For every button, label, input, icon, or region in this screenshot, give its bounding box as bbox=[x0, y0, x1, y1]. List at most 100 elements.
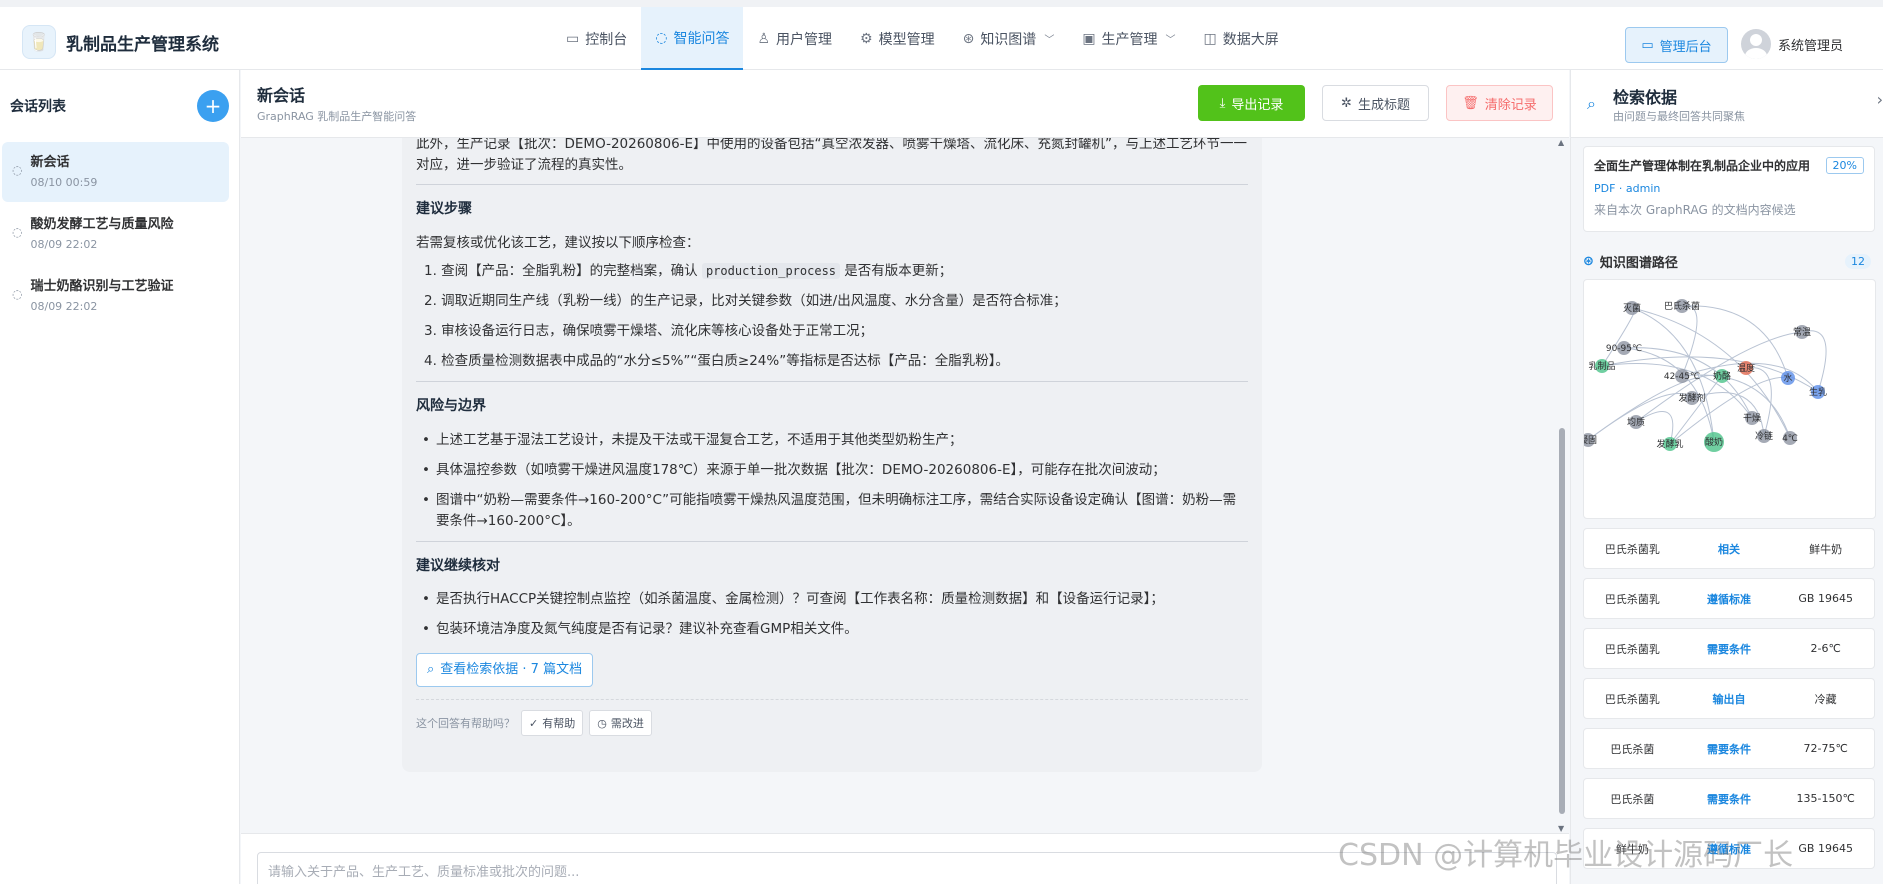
kg-count-badge: 12 bbox=[1845, 254, 1871, 269]
graph-node-label: 均质 bbox=[1627, 416, 1645, 428]
relation-row[interactable]: 巴氏杀菌 需要条件 72-75℃ bbox=[1583, 728, 1875, 769]
relation-row[interactable]: 巴氏杀菌乳 输出自 冷藏 bbox=[1583, 678, 1875, 719]
helpful-label: 有帮助 bbox=[542, 716, 576, 730]
graph-node[interactable]: 乳制品 bbox=[1588, 359, 1616, 373]
session-item[interactable]: ◌ 酸奶发酵工艺与质量风险 08/09 22:02 bbox=[2, 204, 229, 264]
main-nav: ▭ 控制台 ◌ 智能问答 ♙ 用户管理 ⚙ 模型管理 ⊛ 知识图谱 ﹀ ▣ 生产管理 ﹀ ◫ 数据… bbox=[552, 7, 1293, 70]
relation-type: 需要条件 bbox=[1707, 642, 1751, 656]
session-date: 08/09 22:02 bbox=[30, 300, 98, 313]
add-session-button[interactable]: + bbox=[197, 90, 229, 122]
graph-node[interactable]: 酸奶 bbox=[1704, 432, 1724, 452]
session-date: 08/10 00:59 bbox=[30, 176, 98, 189]
avatar bbox=[1741, 29, 1771, 59]
scrollbar-thumb[interactable] bbox=[1559, 428, 1565, 814]
graph-node[interactable]: 冷链 bbox=[1755, 429, 1773, 443]
nav-item-smart-qa[interactable]: ◌ 智能问答 bbox=[641, 7, 744, 70]
graph-node[interactable]: 4℃ bbox=[1782, 431, 1798, 445]
graph-node[interactable]: 灭菌 bbox=[1623, 301, 1641, 315]
view-sources-label: 查看检索依据 · 7 篇文档 bbox=[440, 661, 583, 677]
kg-title-label: 知识图谱路径 bbox=[1599, 256, 1678, 271]
nav-item-data-screen[interactable]: ◫ 数据大屏 bbox=[1190, 7, 1293, 70]
scroll-up-arrow-icon[interactable]: ▲ bbox=[1558, 138, 1564, 147]
graph-node[interactable]: 水 bbox=[1781, 371, 1795, 385]
export-button[interactable]: ⤓ 导出记录 bbox=[1198, 85, 1305, 121]
nav-item-users[interactable]: ♙ 用户管理 bbox=[743, 7, 846, 70]
graph-node-label: 奶酪 bbox=[1713, 370, 1731, 382]
knowledge-graph-canvas[interactable]: 灭菌 巴氏杀菌常温 90-95℃ 乳制品 42-45℃ 奶酪 温度水生乳 发酵剂均质 干燥冷链 4… bbox=[1583, 279, 1876, 519]
feedback-question: 这个回答有帮助吗？ bbox=[416, 716, 515, 730]
graph-node-label: 水 bbox=[1783, 372, 1792, 384]
chat-icon: ◌ bbox=[12, 163, 23, 177]
relation-head: 巴氏杀菌乳 bbox=[1604, 692, 1660, 706]
chat-subtitle: GraphRAG 乳制品生产智能问答 bbox=[257, 110, 417, 123]
chat-scrollbar[interactable]: ▲ ▼ bbox=[1556, 138, 1568, 833]
relation-type: 需要条件 bbox=[1707, 792, 1751, 806]
source-document-card[interactable]: 全面生产管理体制在乳制品企业中的应用 20% PDF · admin 来自本次 … bbox=[1583, 146, 1875, 232]
relation-row[interactable]: 巴氏杀菌乳 遵循标准 GB 19645 bbox=[1583, 578, 1875, 619]
generate-title-label: 生成标题 bbox=[1357, 97, 1410, 113]
relation-head: 巴氏杀菌 bbox=[1610, 792, 1655, 806]
graph-edge bbox=[1681, 305, 1789, 379]
nav-item-production[interactable]: ▣ 生产管理 ﹀ bbox=[1068, 7, 1189, 70]
graph-node-label: 90-95℃ bbox=[1606, 344, 1642, 354]
graph-node[interactable]: 发酵乳 bbox=[1656, 437, 1684, 451]
session-sidebar: 会话列表 + ◌ 新会话 08/10 00:59 ◌ 酸奶发酵工艺与质量风险 08/… bbox=[0, 70, 240, 884]
graph-icon: ⊛ bbox=[1583, 254, 1594, 269]
graph-node-label: 巴氏杀菌 bbox=[1664, 300, 1700, 312]
relation-row[interactable]: 巴氏杀菌 需要条件 135-150℃ bbox=[1583, 778, 1875, 819]
admin-console-button[interactable]: ▭ 管理后台 bbox=[1625, 27, 1728, 63]
graph-node[interactable]: 温度 bbox=[1737, 361, 1755, 375]
list-item: 上述工艺基于湿法工艺设计，未提及干法或干湿复合工艺，不适用于其他类型奶粉生产； bbox=[422, 430, 1248, 451]
relation-row[interactable]: 巴氏杀菌乳 相关 鲜牛奶 bbox=[1583, 528, 1875, 569]
nav-label: 数据大屏 bbox=[1222, 31, 1279, 48]
relation-row[interactable]: 巴氏杀菌乳 需要条件 2-6℃ bbox=[1583, 628, 1875, 669]
relation-tail: 72-75℃ bbox=[1803, 742, 1848, 755]
session-date: 08/09 22:02 bbox=[30, 238, 98, 251]
divider bbox=[416, 183, 1248, 185]
session-item[interactable]: ◌ 瑞士奶酪识别与工艺验证 08/09 22:02 bbox=[2, 266, 229, 326]
graph-node[interactable]: 90-95℃ bbox=[1606, 341, 1642, 355]
graph-node[interactable]: 均质 bbox=[1627, 415, 1645, 429]
answer-paragraph: 若需复核或优化该工艺，建议按以下顺序检查： bbox=[416, 234, 700, 251]
chat-area[interactable]: 此外，生产记录【批次：DEMO-20260806-E】中使用的设备包括“真空浓发… bbox=[241, 138, 1569, 833]
graph-node[interactable]: 常温 bbox=[1793, 325, 1811, 339]
export-label: 导出记录 bbox=[1231, 97, 1284, 113]
nav-label: 模型管理 bbox=[878, 31, 935, 48]
nav-item-dashboard[interactable]: ▭ 控制台 bbox=[552, 7, 641, 70]
search-icon: ⌕ bbox=[1587, 94, 1596, 113]
relation-tail: 2-6℃ bbox=[1810, 642, 1841, 655]
user-menu[interactable]: 系统管理员 bbox=[1741, 29, 1843, 59]
relation-tail: 135-150℃ bbox=[1796, 792, 1855, 805]
relation-type: 需要条件 bbox=[1707, 742, 1751, 756]
view-sources-button[interactable]: ⌕ 查看检索依据 · 7 篇文档 bbox=[416, 653, 594, 688]
nav-label: 用户管理 bbox=[776, 31, 833, 48]
graph-node[interactable]: 42-45℃ bbox=[1664, 369, 1700, 383]
user-icon: ♙ bbox=[757, 30, 771, 47]
graph-node[interactable]: 凝固 bbox=[1584, 433, 1597, 447]
improve-button[interactable]: ◷ 需改进 bbox=[589, 710, 652, 737]
brand[interactable]: 🥛 乳制品生产管理系统 bbox=[22, 25, 219, 59]
graph-node[interactable]: 生乳 bbox=[1809, 385, 1827, 399]
nav-item-models[interactable]: ⚙ 模型管理 bbox=[846, 7, 949, 70]
relevance-badge: 20% bbox=[1825, 157, 1864, 174]
clear-button[interactable]: 🗑 清除记录 bbox=[1446, 85, 1553, 121]
step-text: 是否有版本更新； bbox=[840, 263, 953, 280]
check-icon: ✓ bbox=[529, 716, 539, 730]
clock-icon: ◷ bbox=[597, 716, 607, 730]
session-title: 新会话 bbox=[30, 155, 70, 170]
factory-icon: ▣ bbox=[1082, 30, 1096, 47]
relation-head: 巴氏杀菌乳 bbox=[1604, 592, 1660, 606]
graph-node[interactable]: 奶酪 bbox=[1713, 369, 1731, 383]
step-text: 1. 查阅【产品：全脂乳粉】的完整档案，确认 bbox=[424, 263, 702, 280]
retrieval-header: ⌕ 检索依据 由问题与最终回答共同聚焦 › bbox=[1571, 70, 1883, 138]
generate-title-button[interactable]: ✲ 生成标题 bbox=[1322, 85, 1429, 121]
nav-item-knowledge-graph[interactable]: ⊛ 知识图谱 ﹀ bbox=[949, 7, 1069, 70]
close-icon[interactable]: › bbox=[1877, 90, 1883, 109]
helpful-button[interactable]: ✓ 有帮助 bbox=[521, 710, 584, 737]
session-item[interactable]: ◌ 新会话 08/10 00:59 bbox=[2, 142, 229, 202]
graph-node[interactable]: 干燥 bbox=[1743, 411, 1761, 425]
graph-node[interactable]: 巴氏杀菌 bbox=[1664, 299, 1700, 313]
graph-node[interactable]: 发酵剂 bbox=[1678, 391, 1706, 405]
nav-label: 知识图谱 bbox=[980, 31, 1037, 48]
steps-list: 1. 查阅【产品：全脂乳粉】的完整档案，确认 production_proces… bbox=[416, 261, 1248, 372]
